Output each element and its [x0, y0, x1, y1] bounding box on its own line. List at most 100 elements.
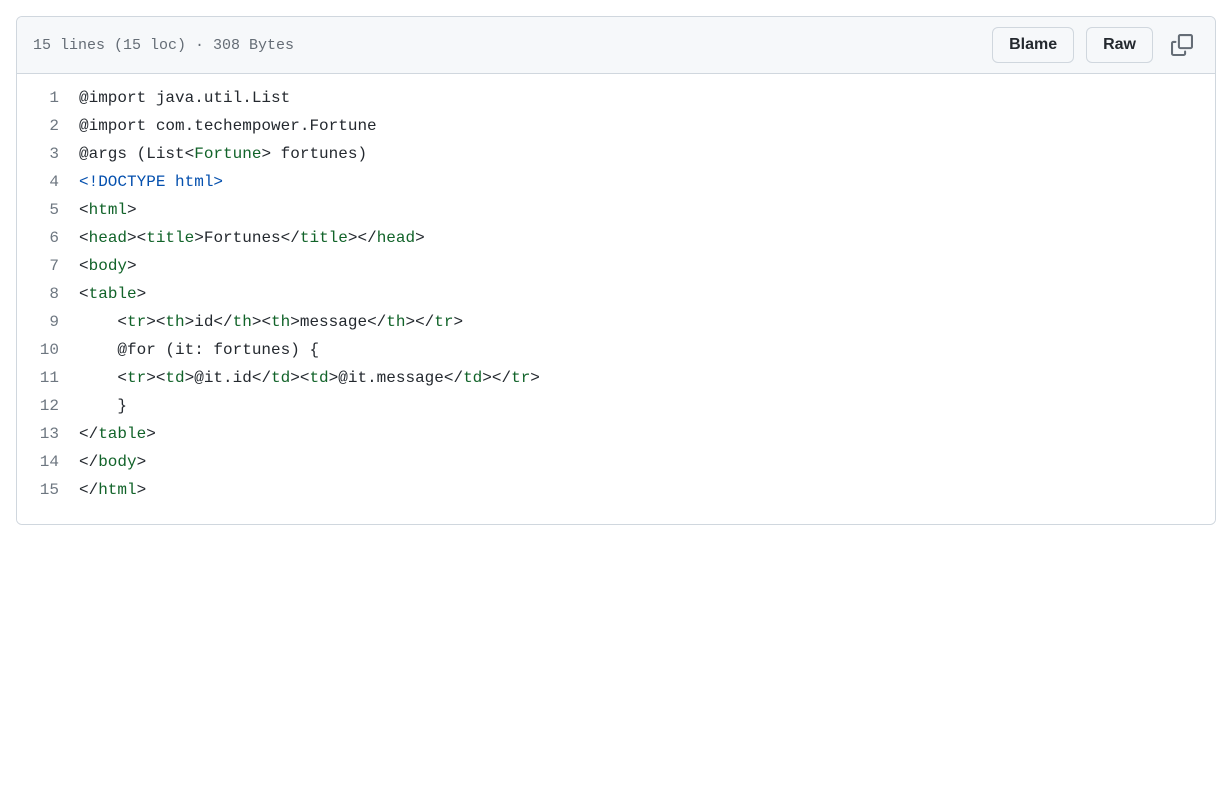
code-token: tr	[127, 369, 146, 387]
code-line: <body>	[79, 252, 1215, 280]
line-number[interactable]: 15	[17, 476, 59, 504]
code-token: body	[89, 257, 127, 275]
code-token: ></	[348, 229, 377, 247]
file-actions: Blame Raw	[992, 27, 1199, 63]
line-number[interactable]: 1	[17, 84, 59, 112]
line-number[interactable]: 7	[17, 252, 59, 280]
code-token: >Fortunes</	[194, 229, 300, 247]
code-token: >@it.id</	[185, 369, 271, 387]
code-token: head	[377, 229, 415, 247]
line-number[interactable]: 8	[17, 280, 59, 308]
code-token: <	[79, 257, 89, 275]
line-number[interactable]: 3	[17, 140, 59, 168]
line-number[interactable]: 13	[17, 420, 59, 448]
code-token: </	[79, 453, 98, 471]
code-token: >	[137, 481, 147, 499]
raw-button[interactable]: Raw	[1086, 27, 1153, 63]
code-line: </table>	[79, 420, 1215, 448]
code-token: Fortune	[194, 145, 261, 163]
code-line: @import java.util.List	[79, 84, 1215, 112]
line-number-gutter: 123456789101112131415	[17, 84, 79, 504]
line-number[interactable]: 5	[17, 196, 59, 224]
code-token: th	[233, 313, 252, 331]
file-info-text: 15 lines (15 loc) · 308 Bytes	[33, 37, 294, 54]
code-line: </html>	[79, 476, 1215, 504]
code-token: tr	[434, 313, 453, 331]
code-line: <head><title>Fortunes</title></head>	[79, 224, 1215, 252]
code-token: >	[530, 369, 540, 387]
code-token: ><	[146, 313, 165, 331]
code-token: ><	[127, 229, 146, 247]
line-number[interactable]: 14	[17, 448, 59, 476]
code-token: table	[98, 425, 146, 443]
code-token: ><	[146, 369, 165, 387]
code-line: @import com.techempower.Fortune	[79, 112, 1215, 140]
code-token: >	[127, 257, 137, 275]
code-token: >	[137, 453, 147, 471]
code-line: @args (List<Fortune> fortunes)	[79, 140, 1215, 168]
line-number[interactable]: 6	[17, 224, 59, 252]
code-token: table	[89, 285, 137, 303]
code-line: @for (it: fortunes) {	[79, 336, 1215, 364]
code-token: >	[415, 229, 425, 247]
code-token: >	[127, 201, 137, 219]
code-token: >message</	[290, 313, 386, 331]
code-token: title	[300, 229, 348, 247]
code-token: td	[271, 369, 290, 387]
code-line: <table>	[79, 280, 1215, 308]
code-line: }	[79, 392, 1215, 420]
code-token: ></	[405, 313, 434, 331]
code-token: <	[117, 313, 127, 331]
code-token: td	[165, 369, 184, 387]
line-number[interactable]: 9	[17, 308, 59, 336]
code-token: >@it.message</	[329, 369, 463, 387]
line-number[interactable]: 11	[17, 364, 59, 392]
copy-button[interactable]	[1165, 28, 1199, 62]
code-line: <tr><td>@it.id</td><td>@it.message</td><…	[79, 364, 1215, 392]
code-token: </	[79, 425, 98, 443]
code-token: <	[79, 201, 89, 219]
code-token: tr	[511, 369, 530, 387]
code-line: <!DOCTYPE html>	[79, 168, 1215, 196]
code-token: </	[79, 481, 98, 499]
code-token: td	[309, 369, 328, 387]
code-token: >	[137, 285, 147, 303]
code-token: }	[117, 397, 127, 415]
code-line: </body>	[79, 448, 1215, 476]
file-viewer: 15 lines (15 loc) · 308 Bytes Blame Raw …	[16, 16, 1216, 525]
code-token: @import java.util.List	[79, 89, 290, 107]
line-number[interactable]: 12	[17, 392, 59, 420]
code-token: th	[165, 313, 184, 331]
code-token: <	[117, 369, 127, 387]
code-token: @for (it: fortunes) {	[117, 341, 319, 359]
code-token: >id</	[185, 313, 233, 331]
code-content[interactable]: @import java.util.List @import com.techem…	[79, 84, 1215, 504]
code-token: html	[98, 481, 136, 499]
code-token: @args (List<	[79, 145, 194, 163]
blame-button[interactable]: Blame	[992, 27, 1074, 63]
code-token: title	[146, 229, 194, 247]
code-token: <!DOCTYPE html>	[79, 173, 223, 191]
code-token: ><	[252, 313, 271, 331]
file-header: 15 lines (15 loc) · 308 Bytes Blame Raw	[17, 17, 1215, 74]
code-token: <	[79, 229, 89, 247]
code-token: ></	[482, 369, 511, 387]
code-token: tr	[127, 313, 146, 331]
code-token: @import com.techempower.Fortune	[79, 117, 377, 135]
code-token: > fortunes)	[261, 145, 367, 163]
code-token: head	[89, 229, 127, 247]
code-token: td	[463, 369, 482, 387]
code-token: <	[79, 285, 89, 303]
code-token: body	[98, 453, 136, 471]
line-number[interactable]: 2	[17, 112, 59, 140]
code-token: >	[453, 313, 463, 331]
code-token: th	[386, 313, 405, 331]
code-token: html	[89, 201, 127, 219]
copy-icon	[1171, 34, 1193, 56]
code-token: >	[146, 425, 156, 443]
line-number[interactable]: 10	[17, 336, 59, 364]
code-area: 123456789101112131415 @import java.util.…	[17, 74, 1215, 524]
code-line: <html>	[79, 196, 1215, 224]
code-token: ><	[290, 369, 309, 387]
line-number[interactable]: 4	[17, 168, 59, 196]
